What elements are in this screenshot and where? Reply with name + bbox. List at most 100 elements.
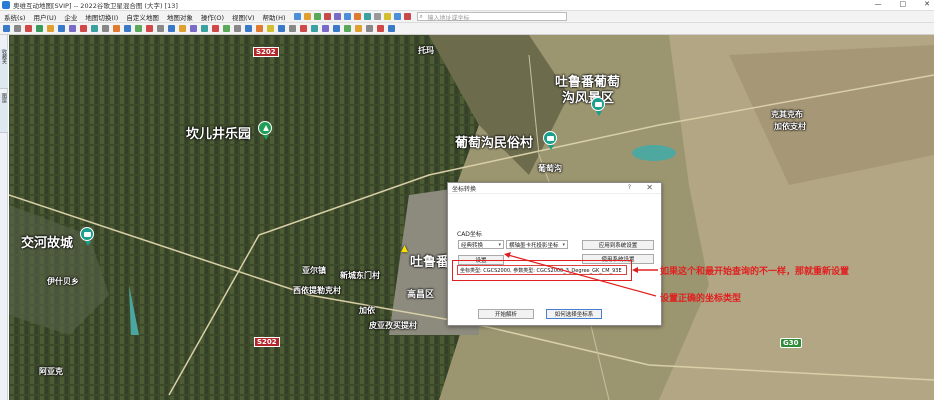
tool-icon[interactable] <box>223 25 230 32</box>
toolbar-icon[interactable] <box>403 13 411 20</box>
map-label: 加依 <box>359 306 375 315</box>
toolbar-icon[interactable] <box>293 13 301 20</box>
tool-icon[interactable] <box>14 25 21 32</box>
coordinate-conversion-dialog: 坐标转换 ? ✕ CAD坐标 经典转换 ▾ 横轴墨卡托投影坐标 ▾ 应用到系统设置 … <box>447 182 662 326</box>
projection-type-select[interactable]: 横轴墨卡托投影坐标 ▾ <box>506 240 568 249</box>
menu-map-objects[interactable]: 地图对象 <box>163 12 197 22</box>
tool-icon[interactable] <box>311 25 318 32</box>
tool-icon[interactable] <box>377 25 384 32</box>
tool-toolbar <box>0 23 934 35</box>
map-label: 吐鲁番 <box>410 255 450 270</box>
menu-user[interactable]: 用户(U) <box>29 12 60 22</box>
map-label: 阿亚克 <box>39 367 63 376</box>
close-window-button[interactable]: ✕ <box>924 0 930 8</box>
dialog-titlebar: 坐标转换 ? ✕ <box>448 183 661 194</box>
tool-icon[interactable] <box>91 25 98 32</box>
toolbar-icon[interactable] <box>353 13 361 20</box>
conversion-method-value: 经典转换 <box>461 242 484 249</box>
map-label: 沟风景区 <box>562 91 615 106</box>
apply-system-settings-button[interactable]: 应用到系统设置 <box>582 240 654 250</box>
map-label: 葡萄沟 <box>538 164 562 173</box>
tool-icon[interactable] <box>113 25 120 32</box>
tool-icon[interactable] <box>69 25 76 32</box>
tool-icon[interactable] <box>344 25 351 32</box>
tool-icon[interactable] <box>58 25 65 32</box>
annotation-text: 如果这个和最开始查询的不一样，那就重新设置 <box>660 267 850 277</box>
tool-icon[interactable] <box>168 25 175 32</box>
tool-icon[interactable] <box>124 25 131 32</box>
search-input[interactable]: ⌕ 输入地址或坐标 <box>416 12 567 22</box>
road-shield-s202: S202 <box>253 47 279 57</box>
menu-help[interactable]: 帮助(H) <box>259 12 290 22</box>
menu-view[interactable]: 视图(V) <box>228 12 259 22</box>
map-label: 高昌区 <box>407 290 435 300</box>
tool-icon[interactable] <box>333 25 340 32</box>
tool-icon[interactable] <box>278 25 285 32</box>
minimize-button[interactable]: — <box>875 0 882 8</box>
map-label: 托玛 <box>418 46 434 55</box>
menu-map-switch[interactable]: 地图切换(I) <box>81 12 122 22</box>
camera-poi-icon[interactable] <box>543 131 557 150</box>
sidebar-tab-favorites[interactable]: 收藏夹 <box>0 49 8 89</box>
menu-system[interactable]: 系统(s) <box>0 12 29 22</box>
tool-icon[interactable] <box>388 25 395 32</box>
menu-custom-map[interactable]: 自定义地图 <box>122 12 163 22</box>
tool-icon[interactable] <box>300 25 307 32</box>
app-icon <box>2 1 10 9</box>
tool-icon[interactable] <box>289 25 296 32</box>
map-label: 克其克布 <box>771 110 803 119</box>
maximize-button[interactable]: □ <box>900 0 907 8</box>
map-label: 皮亚孜买提村 <box>369 321 417 330</box>
toolbar-icon[interactable] <box>363 13 371 20</box>
map-label: 西依提勒克村 <box>293 286 341 295</box>
tool-icon[interactable] <box>234 25 241 32</box>
conversion-method-select[interactable]: 经典转换 ▾ <box>458 240 504 249</box>
map-label: 交河故城 <box>21 236 74 251</box>
tool-icon[interactable] <box>179 25 186 32</box>
menu-enterprise[interactable]: 企业 <box>60 12 81 22</box>
tool-icon[interactable] <box>256 25 263 32</box>
tool-icon[interactable] <box>267 25 274 32</box>
tool-icon[interactable] <box>201 25 208 32</box>
tool-icon[interactable] <box>146 25 153 32</box>
map-label: 新城东门村 <box>340 271 380 280</box>
tool-icon[interactable] <box>157 25 164 32</box>
camera-poi-icon[interactable] <box>591 97 605 116</box>
tool-icon[interactable] <box>36 25 43 32</box>
toolbar-icon[interactable] <box>393 13 401 20</box>
park-poi-icon[interactable] <box>258 121 272 140</box>
tool-icon[interactable] <box>25 25 32 32</box>
tool-icon[interactable] <box>190 25 197 32</box>
dialog-title: 坐标转换 <box>452 185 477 193</box>
tool-icon[interactable] <box>366 25 373 32</box>
sidebar-tab-layers[interactable]: 图层 <box>0 93 8 133</box>
tool-icon[interactable] <box>3 25 10 32</box>
tool-icon[interactable] <box>355 25 362 32</box>
tool-icon[interactable] <box>322 25 329 32</box>
toolbar-icon[interactable] <box>303 13 311 20</box>
tool-icon[interactable] <box>80 25 87 32</box>
tool-icon[interactable] <box>245 25 252 32</box>
toolbar-icon[interactable] <box>373 13 381 20</box>
chevron-down-icon: ▾ <box>498 242 501 248</box>
tool-icon[interactable] <box>212 25 219 32</box>
toolbar-icon[interactable] <box>383 13 391 20</box>
toolbar-icon[interactable] <box>333 13 341 20</box>
menu-operation[interactable]: 操作(O) <box>197 12 228 22</box>
camera-poi-icon[interactable] <box>80 227 94 246</box>
help-button[interactable]: ? <box>628 184 631 191</box>
start-parse-button[interactable]: 开始解析 <box>478 309 534 319</box>
road-shield-s202: S202 <box>254 337 280 347</box>
window-titlebar: 奥维互动地图[SVIP] -- 2022谷歌卫星混合图 (大字) [13] — … <box>0 0 934 11</box>
location-pin-icon[interactable]: ▲ <box>401 244 408 254</box>
dialog-close-button[interactable]: ✕ <box>646 183 653 192</box>
tool-icon[interactable] <box>47 25 54 32</box>
toolbar-icon[interactable] <box>343 13 351 20</box>
choose-coordinate-system-button[interactable]: 如何选择坐标系 <box>546 309 602 319</box>
map-label: 伊什贝乡 <box>47 277 79 286</box>
toolbar-icon[interactable] <box>313 13 321 20</box>
tool-icon[interactable] <box>102 25 109 32</box>
tool-icon[interactable] <box>135 25 142 32</box>
toolbar-icon[interactable] <box>323 13 331 20</box>
annotation-text: 设置正确的坐标类型 <box>660 294 742 304</box>
